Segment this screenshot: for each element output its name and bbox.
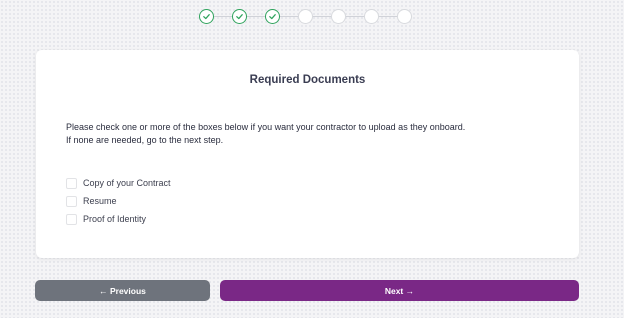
option-label: Proof of Identity bbox=[83, 214, 147, 224]
step-4-pending bbox=[298, 9, 313, 24]
progress-stepper bbox=[199, 7, 413, 27]
check-icon bbox=[203, 14, 210, 20]
option-copy-of-contract[interactable]: Copy of your Contract bbox=[66, 174, 171, 192]
step-2-completed bbox=[232, 9, 247, 24]
documents-checklist: Copy of your Contract Resume Proof of Id… bbox=[66, 174, 171, 228]
option-resume[interactable]: Resume bbox=[66, 192, 171, 210]
card-title: Required Documents bbox=[249, 74, 366, 86]
step-3-completed bbox=[265, 9, 280, 24]
checkbox-resume[interactable] bbox=[66, 195, 77, 207]
instruction-line-1: Please check one or more of the boxes be… bbox=[66, 122, 466, 132]
instruction-line-2: If none are needed, go to the next step. bbox=[66, 134, 224, 145]
checkbox-proof-of-identity[interactable] bbox=[66, 213, 77, 225]
step-5-pending bbox=[331, 9, 346, 24]
check-icon bbox=[236, 14, 243, 20]
checkbox-copy-of-contract[interactable] bbox=[66, 177, 77, 189]
option-label: Copy of your Contract bbox=[83, 178, 171, 188]
step-7-pending bbox=[397, 9, 412, 24]
instructions-text: Please check one or more of the boxes be… bbox=[66, 121, 556, 146]
previous-button[interactable]: ← Previous bbox=[35, 280, 210, 301]
step-1-completed bbox=[199, 9, 214, 24]
required-documents-card: Required Documents Please check one or m… bbox=[36, 50, 579, 258]
check-icon bbox=[269, 14, 276, 20]
option-label: Resume bbox=[83, 196, 117, 206]
option-proof-of-identity[interactable]: Proof of Identity bbox=[66, 210, 171, 228]
next-button[interactable]: Next → bbox=[220, 280, 579, 301]
step-6-pending bbox=[364, 9, 379, 24]
